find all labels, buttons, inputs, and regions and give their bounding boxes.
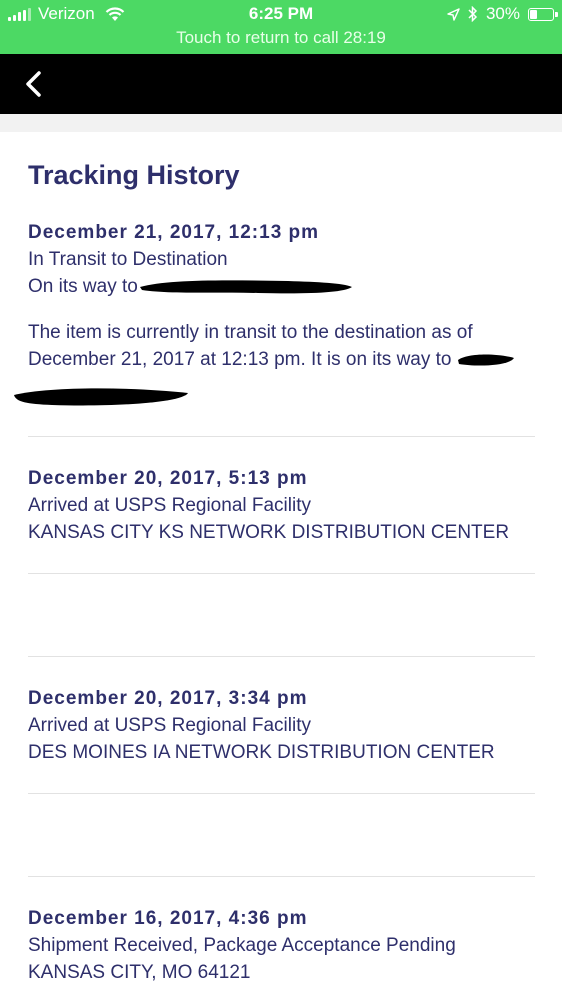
tracking-event: December 16, 2017, 4:36 pm Shipment Rece… (28, 905, 538, 986)
event-date: December 21, 2017, 12:13 pm (28, 222, 320, 243)
event-status: Arrived at USPS Regional Facility (28, 495, 311, 516)
event-date: December 20, 2017, 5:13 pm (28, 468, 308, 489)
back-button[interactable] (18, 68, 50, 100)
tracking-event: December 21, 2017, 12:13 pm In Transit t… (28, 219, 538, 373)
event-description: The item is currently in transit to the … (28, 319, 538, 373)
event-date: December 16, 2017, 4:36 pm (28, 908, 308, 929)
location-arrow-icon (447, 7, 460, 21)
divider (28, 876, 535, 877)
divider (28, 656, 535, 657)
page-title: Tracking History (28, 160, 240, 190)
event-location: On its way to (28, 273, 538, 300)
redaction-mark (139, 280, 352, 294)
event-status: In Transit to Destination (28, 249, 228, 270)
battery-icon (528, 7, 558, 21)
chevron-left-icon (26, 71, 41, 97)
status-bar: Verizon 6:25 PM 30% Touch to return to c… (0, 0, 562, 54)
tracking-event: December 20, 2017, 3:34 pm Arrived at US… (28, 685, 538, 766)
header-separator (0, 114, 562, 132)
divider (28, 573, 535, 574)
event-status: Shipment Received, Package Acceptance Pe… (28, 935, 456, 956)
event-location-text: On its way to (28, 276, 138, 297)
event-location: KANSAS CITY KS NETWORK DISTRIBUTION CENT… (28, 522, 510, 543)
redaction-mark (14, 388, 188, 406)
event-date: December 20, 2017, 3:34 pm (28, 688, 308, 709)
tracking-event: December 20, 2017, 5:13 pm Arrived at US… (28, 465, 538, 546)
redaction-mark (457, 354, 514, 366)
status-right: 30% (447, 4, 558, 24)
bluetooth-icon (468, 6, 478, 22)
event-description-text: The item is currently in transit to the … (28, 322, 473, 370)
divider (28, 436, 535, 437)
battery-percent: 30% (485, 4, 520, 23)
event-status: Arrived at USPS Regional Facility (28, 715, 311, 736)
event-location: KANSAS CITY, MO 64121 (28, 962, 251, 983)
nav-bar (0, 54, 562, 114)
divider (28, 793, 535, 794)
return-to-call-banner[interactable]: Touch to return to call 28:19 (0, 28, 562, 48)
event-location: DES MOINES IA NETWORK DISTRIBUTION CENTE… (28, 742, 495, 763)
tracking-history-panel: Tracking History December 21, 2017, 12:1… (0, 132, 562, 999)
